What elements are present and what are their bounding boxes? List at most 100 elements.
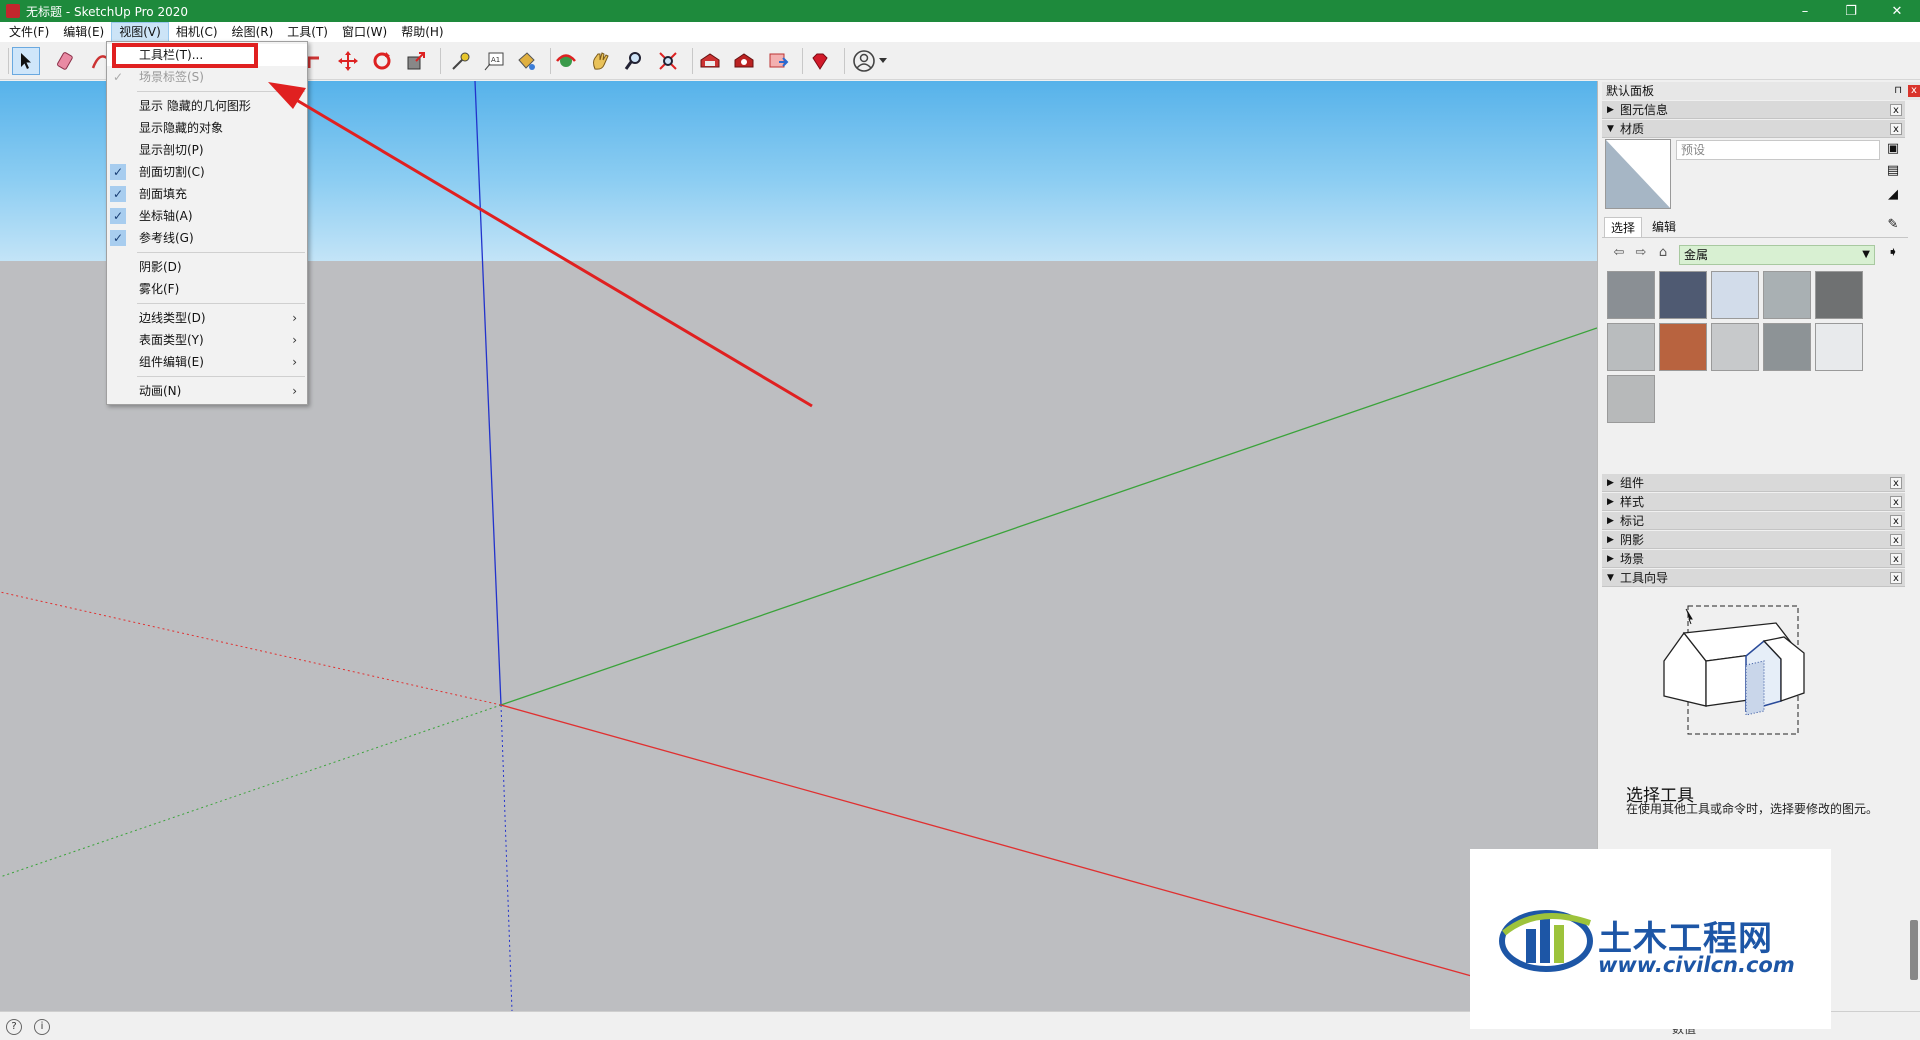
menu-help[interactable]: 帮助(H) (394, 22, 450, 42)
warehouse-button[interactable] (696, 47, 724, 75)
section-close-icon[interactable]: x (1890, 515, 1902, 527)
section-label: 标记 (1620, 514, 1645, 528)
section-styles[interactable]: ▶ 样式 x (1602, 493, 1905, 511)
green-axis (500, 327, 1597, 706)
menu-animation[interactable]: 动画(N) › (107, 380, 307, 402)
forward-arrow-icon[interactable]: ⇨ (1632, 245, 1650, 263)
extension-warehouse-icon (734, 53, 754, 68)
swatch-aluminum[interactable] (1607, 375, 1655, 423)
eraser-tool-button[interactable] (52, 47, 80, 75)
ruby-console-button[interactable] (806, 47, 834, 75)
section-close-icon[interactable]: x (1890, 553, 1902, 565)
eyedropper-icon[interactable]: ✎ (1884, 217, 1902, 235)
swatch-tread-plate[interactable] (1711, 323, 1759, 371)
rotate-tool-button[interactable] (368, 47, 396, 75)
menu-view[interactable]: 视图(V) (111, 22, 169, 42)
section-shadows[interactable]: ▶ 阴影 x (1602, 531, 1905, 549)
default-material-icon[interactable]: ◢ (1884, 187, 1902, 205)
swatch-brushed-silver[interactable] (1763, 271, 1811, 319)
menu-draw[interactable]: 绘图(R) (225, 22, 281, 42)
menu-file[interactable]: 文件(F) (2, 22, 56, 42)
details-arrow-icon[interactable]: ➧ (1884, 245, 1902, 263)
panel-scrollbar[interactable] (1908, 100, 1920, 1010)
pin-icon[interactable]: ⊓ (1894, 82, 1902, 100)
panel-scrollbar-thumb[interactable] (1910, 920, 1918, 980)
menu-fog[interactable]: 雾化(F) (107, 278, 307, 300)
check-icon: ✓ (110, 186, 126, 202)
zoom-tool-button[interactable] (620, 47, 648, 75)
section-close-icon[interactable]: x (1890, 496, 1902, 508)
maximize-button[interactable]: ❐ (1828, 0, 1874, 22)
extension-warehouse-button[interactable] (730, 47, 758, 75)
select-tool-button[interactable] (12, 47, 40, 75)
section-close-icon[interactable]: x (1890, 534, 1902, 546)
section-materials[interactable]: ▼ 材质 x (1602, 120, 1905, 138)
menu-axes[interactable]: ✓ 坐标轴(A) (107, 205, 307, 227)
menu-edit[interactable]: 编辑(E) (56, 22, 111, 42)
tape-measure-tool-button[interactable] (446, 47, 474, 75)
swatch-galvanized[interactable] (1763, 323, 1811, 371)
swatch-corrugated[interactable] (1607, 323, 1655, 371)
red-axis (500, 704, 1597, 1011)
submenu-arrow-icon: › (292, 355, 297, 369)
menu-shadows[interactable]: 阴影(D) (107, 256, 307, 278)
swatch-white-metal[interactable] (1815, 323, 1863, 371)
layout-icon (769, 53, 789, 68)
menu-item-label: 组件编辑(E) (139, 355, 204, 369)
create-material-icon[interactable]: ▣ (1884, 141, 1902, 159)
menu-guides[interactable]: ✓ 参考线(G) (107, 227, 307, 249)
move-tool-button[interactable] (334, 47, 362, 75)
menu-section-cuts[interactable]: ✓ 剖面切割(C) (107, 161, 307, 183)
close-button[interactable]: ✕ (1874, 0, 1920, 22)
swatch-diamond-plate[interactable] (1607, 271, 1655, 319)
tab-edit[interactable]: 编辑 (1646, 217, 1682, 237)
section-tags[interactable]: ▶ 标记 x (1602, 512, 1905, 530)
menu-separator (137, 376, 305, 377)
material-name-field[interactable]: 预设 (1676, 140, 1880, 160)
menu-edge-style[interactable]: 边线类型(D) › (107, 307, 307, 329)
menu-tools[interactable]: 工具(T) (280, 22, 335, 42)
section-close-icon[interactable]: x (1890, 477, 1902, 489)
swatch-dark-steel[interactable] (1815, 271, 1863, 319)
toolbar-separator (802, 48, 803, 74)
orbit-tool-button[interactable] (552, 47, 580, 75)
material-collection-select[interactable]: 金属 ▼ (1679, 245, 1875, 265)
pan-tool-button[interactable] (586, 47, 614, 75)
section-close-icon[interactable]: x (1890, 104, 1902, 116)
swatch-light-blue-foil[interactable] (1711, 271, 1759, 319)
menu-face-style[interactable]: 表面类型(Y) › (107, 329, 307, 351)
section-label: 场景 (1620, 552, 1645, 566)
minimize-button[interactable]: – (1782, 0, 1828, 22)
panel-title-label: 默认面板 (1606, 84, 1655, 98)
swatch-blue-mesh[interactable] (1659, 271, 1707, 319)
menu-show-hidden-objects[interactable]: 显示隐藏的对象 (107, 117, 307, 139)
menu-show-hidden-geometry[interactable]: 显示 隐藏的几何图形 (107, 95, 307, 117)
section-entity-info[interactable]: ▶ 图元信息 x (1602, 101, 1905, 119)
menu-section-fill[interactable]: ✓ 剖面填充 (107, 183, 307, 205)
section-scenes[interactable]: ▶ 场景 x (1602, 550, 1905, 568)
tab-select[interactable]: 选择 (1604, 217, 1643, 237)
section-close-icon[interactable]: x (1890, 572, 1902, 584)
scale-tool-button[interactable] (402, 47, 430, 75)
expanded-triangle-icon: ▼ (1607, 124, 1614, 134)
text-tool-button[interactable]: A1 (480, 47, 508, 75)
menu-component-edit[interactable]: 组件编辑(E) › (107, 351, 307, 373)
select-icon (21, 53, 31, 69)
paint-bucket-tool-button[interactable] (512, 47, 540, 75)
layout-button[interactable] (764, 47, 792, 75)
info-icon[interactable]: i (34, 1019, 50, 1035)
menu-camera[interactable]: 相机(C) (169, 22, 225, 42)
panel-close-icon[interactable]: x (1908, 85, 1920, 97)
back-arrow-icon[interactable]: ⇦ (1610, 245, 1628, 263)
material-library-icon[interactable]: ▤ (1884, 163, 1902, 181)
geo-location-icon[interactable]: ? (6, 1019, 22, 1035)
swatch-rusty[interactable] (1659, 323, 1707, 371)
section-instructor[interactable]: ▼ 工具向导 x (1602, 569, 1905, 587)
account-button[interactable] (850, 47, 894, 75)
menu-window[interactable]: 窗口(W) (335, 22, 394, 42)
menu-show-section-planes[interactable]: 显示剖切(P) (107, 139, 307, 161)
section-close-icon[interactable]: x (1890, 123, 1902, 135)
zoom-extents-tool-button[interactable] (654, 47, 682, 75)
section-components[interactable]: ▶ 组件 x (1602, 474, 1905, 492)
home-icon[interactable]: ⌂ (1654, 245, 1672, 263)
